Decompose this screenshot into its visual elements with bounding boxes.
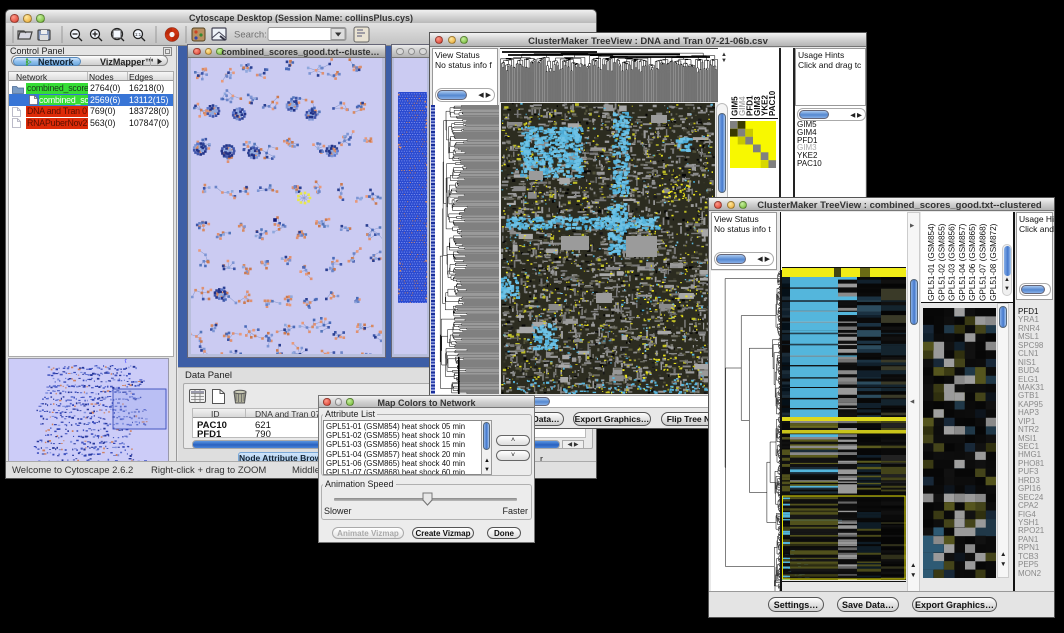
svg-text:PAC10: PAC10	[768, 90, 777, 116]
svg-text:GPL51-01 (GSM854): GPL51-01 (GSM854)	[927, 223, 936, 301]
svg-text:GPL51-06 (GSM865): GPL51-06 (GSM865)	[968, 223, 977, 301]
svg-text:Search:: Search:	[234, 30, 267, 41]
svg-text:GPL51-07 (GSM868): GPL51-07 (GSM868)	[979, 223, 988, 301]
svg-text:GPL51-08 (GSM872): GPL51-08 (GSM872)	[989, 223, 998, 301]
svg-text:GPL51-03 (GSM856): GPL51-03 (GSM856)	[948, 223, 957, 301]
svg-text:GPL51-02 (GSM855): GPL51-02 (GSM855)	[937, 223, 946, 301]
svg-text:1:1: 1:1	[135, 32, 142, 37]
svg-text:GPL51-04 (GSM857): GPL51-04 (GSM857)	[958, 223, 967, 301]
